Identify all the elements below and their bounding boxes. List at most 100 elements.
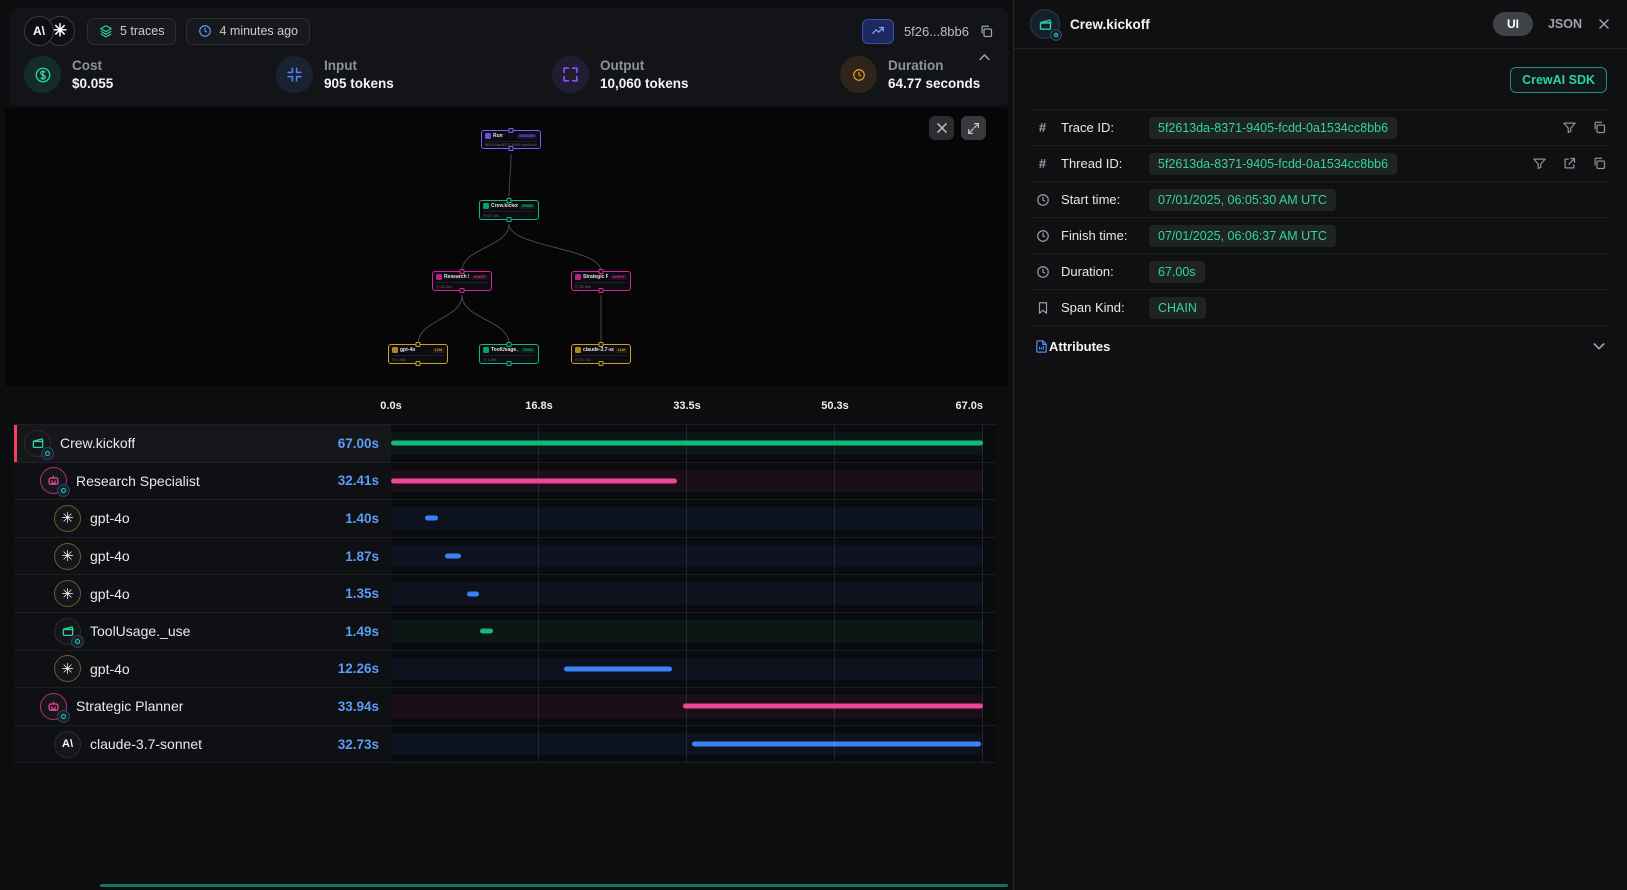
graph-node-tool[interactable]: ToolUsage._useTOOL◷ 1.49s: [479, 344, 539, 364]
openai-icon: ✳: [54, 543, 81, 570]
span-track: [391, 538, 983, 575]
span-bar[interactable]: [425, 516, 437, 521]
filter-icon: [1562, 120, 1577, 135]
graph-node-gpt[interactable]: gpt-4oLLM◷ 1.40s: [388, 344, 448, 364]
field-label: Span Kind:: [1061, 300, 1149, 315]
node-title: claude-3.7-sonnet: [583, 347, 614, 353]
axis-tick: 33.5s: [673, 400, 701, 412]
copy-button[interactable]: [1592, 156, 1607, 171]
traces-count-badge[interactable]: 5 traces: [87, 18, 176, 45]
field-label: Trace ID:: [1061, 120, 1149, 135]
span-bar[interactable]: [445, 554, 462, 559]
timeline-row[interactable]: Strategic Planner33.94s: [14, 688, 996, 726]
horizontal-scrollbar[interactable]: [100, 884, 1008, 887]
trace-short-id[interactable]: 5f26...8bb6: [904, 24, 969, 39]
timeline-row[interactable]: ToolUsage._use1.49s: [14, 613, 996, 651]
trending-icon: [870, 24, 886, 38]
span-bar[interactable]: [467, 591, 479, 596]
node-input-port: [599, 269, 604, 274]
timeline-row[interactable]: ✳gpt-4o1.87s: [14, 538, 996, 576]
attributes-file-icon: [1034, 339, 1049, 354]
graph-edge: [509, 154, 511, 200]
close-panel-button[interactable]: [1597, 17, 1611, 31]
field-value: 07/01/2025, 06:05:30 AM UTC: [1149, 189, 1336, 211]
timeline-row[interactable]: Research Specialist 32.41s: [14, 463, 996, 501]
span-name: Crew.kickoff: [60, 435, 135, 451]
field-value: 5f2613da-8371-9405-fcdd-0a1534cc8bb6: [1149, 153, 1397, 175]
node-type-icon: [392, 347, 398, 353]
expand-diagonal-icon: [967, 122, 980, 135]
sdk-badge: CrewAI SDK: [1510, 67, 1607, 93]
filter-button[interactable]: [1562, 120, 1577, 135]
openai-icon: ✳: [54, 580, 81, 607]
stat-label: Duration: [888, 58, 980, 73]
node-title: Strategic Planner: [583, 274, 608, 280]
copy-icon: [1592, 156, 1607, 171]
copy-trace-id-button[interactable]: [979, 24, 994, 39]
trace-summary-card: A\ ✳ 5 traces 4 minutes ago 5f26...8bb6: [10, 8, 1008, 106]
span-bar[interactable]: [683, 704, 983, 709]
timeline-row[interactable]: ✳gpt-4o1.40s: [14, 500, 996, 538]
span-bar[interactable]: [391, 441, 983, 446]
tab-ui[interactable]: UI: [1493, 12, 1533, 36]
span-bar[interactable]: [692, 742, 981, 747]
timeline-row[interactable]: ✳gpt-4o1.35s: [14, 575, 996, 613]
span-track: [391, 688, 983, 725]
external-button[interactable]: [1562, 156, 1577, 171]
copy-button[interactable]: [1592, 120, 1607, 135]
span-name: gpt-4o: [90, 661, 130, 677]
filter-button[interactable]: [1532, 156, 1547, 171]
close-icon: [1597, 17, 1611, 31]
span-bar[interactable]: [480, 629, 493, 634]
close-graph-button[interactable]: [929, 116, 954, 140]
layers-icon: [99, 24, 113, 38]
span-name: claude-3.7-sonnet: [90, 736, 202, 752]
node-input-port: [507, 198, 512, 203]
node-title: Run: [493, 133, 503, 139]
span-bar[interactable]: [391, 478, 677, 483]
graph-node-research[interactable]: Research Speciali…AGENT◷ 32.41s: [432, 271, 492, 291]
expand-graph-button[interactable]: [961, 116, 986, 140]
node-output-port: [599, 361, 604, 366]
clock-icon: [1034, 193, 1051, 207]
trace-graph: RunSESSION5f2613da-8371-9405-fcdd-0a1534…: [5, 108, 1008, 386]
graph-edge: [509, 224, 601, 271]
graph-node-crew[interactable]: Crew.kickoffCHAIN◷ 67.00s: [479, 200, 539, 220]
field-value: 07/01/2025, 06:06:37 AM UTC: [1149, 225, 1336, 247]
crewai-mini-badge-icon: [71, 635, 84, 648]
graph-node-run[interactable]: RunSESSION5f2613da-8371-9405-fcdd-0a1534…: [481, 130, 541, 149]
graph-node-claude[interactable]: claude-3.7-sonnetLLM◷ 32.73s: [571, 344, 631, 364]
span-track: [391, 500, 983, 537]
span-track: [391, 651, 983, 688]
timeline-row[interactable]: A\claude-3.7-sonnet32.73s: [14, 726, 996, 764]
span-bar[interactable]: [564, 666, 672, 671]
node-input-port: [599, 342, 604, 347]
chevron-down-icon: [1591, 338, 1607, 354]
span-duration: 32.41s: [338, 473, 379, 488]
span-name: gpt-4o: [90, 548, 130, 564]
metrics-chart-button[interactable]: [862, 19, 894, 44]
copy-icon: [979, 24, 994, 39]
graph-node-strategic[interactable]: Strategic PlannerAGENT◷ 33.94s: [571, 271, 631, 291]
crewai-mini-badge-icon: [41, 447, 54, 460]
axis-tick: 0.0s: [380, 400, 401, 412]
crewai-mini-badge-icon: [57, 710, 70, 723]
anthropic-logo-icon: A\: [24, 16, 54, 46]
timeline-row[interactable]: Crew.kickoff67.00s: [14, 425, 996, 463]
clock-icon: [1034, 229, 1051, 243]
crewai-mini-badge-icon: [57, 484, 70, 497]
span-name: Research Specialist: [76, 473, 200, 489]
timeline-row[interactable]: ✳gpt-4o12.26s: [14, 651, 996, 689]
stat-value: 10,060 tokens: [600, 76, 689, 91]
span-duration: 1.40s: [345, 511, 379, 526]
clock-icon: [198, 24, 212, 38]
collapse-stats-button[interactable]: [977, 50, 992, 65]
timeline-rows: Crew.kickoff67.00s Research Specialist 32.…: [14, 424, 996, 763]
tab-json[interactable]: JSON: [1548, 17, 1582, 31]
detail-header: Crew.kickoff UI JSON: [1014, 0, 1627, 49]
attributes-section-header[interactable]: Attributes: [1030, 326, 1611, 366]
detail-field: Duration:67.00s: [1030, 254, 1611, 290]
node-type-icon: [483, 203, 489, 209]
node-kind-badge: AGENT: [610, 275, 627, 280]
field-label: Duration:: [1061, 264, 1149, 279]
